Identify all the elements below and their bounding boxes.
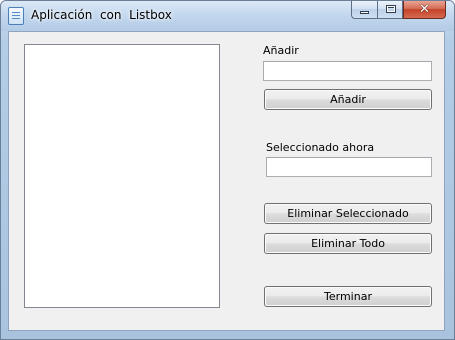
- finish-button[interactable]: Terminar: [264, 286, 432, 307]
- add-button[interactable]: Añadir: [264, 89, 432, 110]
- close-icon: ✕: [419, 2, 430, 17]
- close-button[interactable]: ✕: [403, 1, 446, 19]
- add-label: Añadir: [263, 44, 299, 57]
- maximize-button[interactable]: [377, 1, 403, 19]
- app-icon-line: [12, 18, 20, 19]
- delete-all-button[interactable]: Eliminar Todo: [264, 233, 432, 254]
- window-app-icon[interactable]: [8, 7, 24, 25]
- selected-input[interactable]: [266, 157, 432, 177]
- window-title: Aplicación con Listbox: [31, 8, 172, 22]
- caption-buttons: ✕: [351, 1, 446, 20]
- delete-selected-button[interactable]: Eliminar Seleccionado: [264, 203, 432, 224]
- selected-label: Seleccionado ahora: [266, 141, 375, 154]
- maximize-icon: [386, 5, 396, 13]
- items-listbox[interactable]: [24, 44, 220, 308]
- title-bar[interactable]: Aplicación con Listbox ✕: [1, 1, 454, 31]
- form-client-area: Añadir Añadir Seleccionado ahora Elimina…: [8, 31, 445, 331]
- application-window: Aplicación con Listbox ✕ Añadir Añadir S…: [0, 0, 455, 340]
- app-icon-line: [12, 12, 20, 13]
- minimize-icon: [360, 11, 369, 14]
- add-input[interactable]: [263, 61, 432, 81]
- app-icon-line: [12, 15, 20, 16]
- minimize-button[interactable]: [351, 1, 377, 19]
